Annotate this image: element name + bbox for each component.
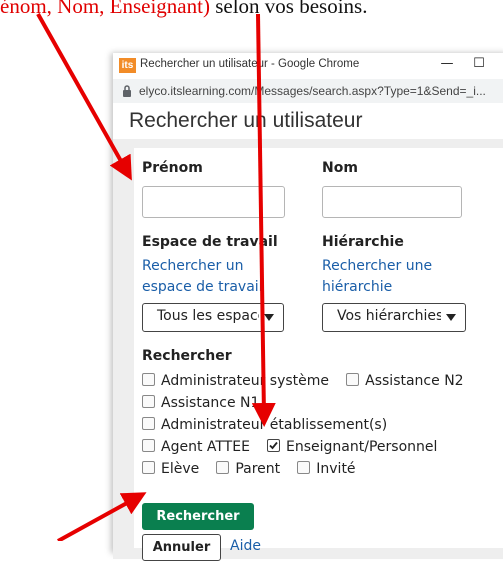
role-checkbox-student[interactable] [142, 461, 155, 474]
role-checkbox-school-admin[interactable] [142, 417, 155, 430]
role-label: Administrateur établissement(s) [161, 416, 388, 433]
role-row-5: Elève Parent Invité [142, 458, 368, 478]
url-text: elyco.itslearning.com/Messages/search.as… [139, 84, 486, 98]
search-form: Prénom Nom Espace de travail Hiérarchie … [134, 148, 503, 561]
role-label: Assistance N2 [365, 372, 464, 389]
role-checkbox-agent-attee[interactable] [142, 439, 155, 452]
lock-icon [123, 85, 131, 97]
address-bar[interactable]: elyco.itslearning.com/Messages/search.as… [113, 79, 503, 103]
caret-down-icon [441, 304, 461, 331]
role-row-1: Administrateur système Assistance N2 [142, 370, 476, 390]
close-button[interactable]: ✕ [498, 56, 503, 71]
document-caption: énom, Nom, Enseignant) selon vos besoins… [0, 0, 503, 22]
role-label: Parent [235, 460, 281, 477]
workspace-select[interactable]: Tous les espaces [142, 303, 284, 332]
role-checkbox-sysadmin[interactable] [142, 373, 155, 386]
first-name-field[interactable] [142, 186, 285, 218]
page-title: Rechercher un utilisateur [129, 109, 363, 132]
role-label: Administrateur système [161, 372, 330, 389]
search-section-label: Rechercher [142, 348, 232, 364]
role-checkbox-guest[interactable] [297, 461, 311, 474]
role-row-2: Assistance N1 [142, 392, 271, 412]
cancel-button[interactable]: Annuler [142, 534, 221, 561]
role-label: Enseignant/Personnel [286, 438, 438, 455]
role-label: Elève [161, 460, 200, 477]
hierarchy-select-value: Vos hiérarchies [337, 308, 444, 324]
search-workspace-link-line2[interactable]: espace de travail [142, 279, 263, 295]
role-label: Assistance N1 [161, 394, 260, 411]
checkmark-icon [269, 441, 278, 450]
last-name-field[interactable] [322, 186, 462, 218]
caption-red-text: énom, Nom, Enseignant) [0, 0, 210, 18]
role-row-3: Administrateur établissement(s) [142, 414, 399, 434]
search-button[interactable]: Rechercher [142, 503, 254, 530]
minimize-button[interactable]: — [437, 56, 457, 71]
help-link[interactable]: Aide [230, 538, 261, 554]
role-checkbox-teacher-staff[interactable] [267, 439, 281, 452]
role-checkbox-parent[interactable] [216, 461, 230, 474]
hierarchy-select[interactable]: Vos hiérarchies [322, 303, 466, 332]
role-checkbox-support-n1[interactable] [142, 395, 155, 408]
caption-black-text: selon vos besoins. [209, 0, 368, 18]
role-label: Agent ATTEE [161, 438, 250, 455]
browser-window: its Rechercher un utilisateur - Google C… [113, 53, 503, 561]
title-bar: its Rechercher un utilisateur - Google C… [113, 53, 503, 80]
role-row-4: Agent ATTEE Enseignant/Personnel [142, 436, 449, 456]
workspace-select-value: Tous les espaces [157, 308, 274, 324]
search-hierarchy-link-line1[interactable]: Rechercher une [322, 258, 432, 274]
maximize-button[interactable]: ☐ [469, 56, 489, 71]
role-label: Invité [316, 460, 356, 477]
last-name-label: Nom [322, 160, 358, 176]
search-workspace-link-line1[interactable]: Rechercher un [142, 258, 243, 274]
hierarchy-label: Hiérarchie [322, 234, 404, 250]
caret-down-icon [259, 304, 279, 331]
workspace-label: Espace de travail [142, 234, 278, 250]
role-checkbox-support-n2[interactable] [346, 373, 360, 386]
window-title: Rechercher un utilisateur - Google Chrom… [140, 58, 360, 70]
search-hierarchy-link-line2[interactable]: hiérarchie [322, 279, 392, 295]
itslearning-logo-icon: its [119, 58, 136, 73]
first-name-label: Prénom [142, 160, 203, 176]
